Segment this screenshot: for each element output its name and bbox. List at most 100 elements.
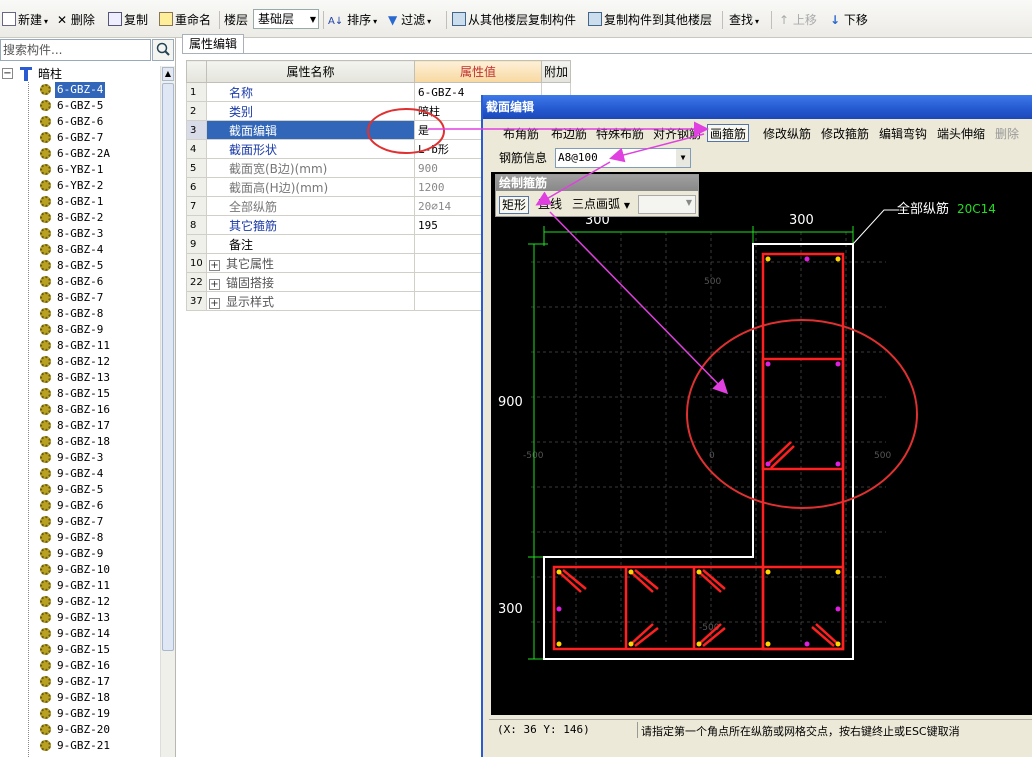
tree-item[interactable]: 9-GBZ-13 bbox=[40, 610, 160, 626]
corner-rebar-button[interactable]: 布角筋 bbox=[503, 125, 539, 143]
filter-button[interactable]: ▼ 过滤 ▾ bbox=[388, 11, 431, 29]
arrow-up-icon: ↑ bbox=[779, 13, 790, 27]
tree-item[interactable]: 6-GBZ-5 bbox=[40, 98, 160, 114]
tree-item[interactable]: 8-GBZ-13 bbox=[40, 370, 160, 386]
tree-item[interactable]: 9-GBZ-20 bbox=[40, 722, 160, 738]
find-button[interactable]: 查找 ▾ bbox=[729, 11, 759, 29]
component-gear-icon bbox=[40, 580, 51, 591]
tree-item[interactable]: 8-GBZ-4 bbox=[40, 242, 160, 258]
grid-label: 0 bbox=[709, 451, 715, 461]
modify-stirrup-button[interactable]: 修改箍筋 bbox=[821, 125, 869, 143]
tree-item[interactable]: 8-GBZ-1 bbox=[40, 194, 160, 210]
dialog-toolbar: 布角筋 布边筋 特殊布筋 对齐钢筋 画箍筋 修改纵筋 修改箍筋 编辑弯钩 端头伸… bbox=[489, 123, 1032, 145]
tree-item[interactable]: 8-GBZ-2 bbox=[40, 210, 160, 226]
tree-item[interactable]: 6-GBZ-7 bbox=[40, 130, 160, 146]
delete-button[interactable]: ✕ 删除 bbox=[57, 11, 95, 29]
floor-select[interactable]: 基础层 ▼ bbox=[253, 9, 319, 29]
section-drawing: 500 -500 0 500 -500 300 300 900 300 全部纵筋… bbox=[498, 201, 996, 660]
rectangle-button[interactable]: 矩形 bbox=[499, 196, 530, 214]
tree-item[interactable]: 9-GBZ-18 bbox=[40, 690, 160, 706]
copy-button[interactable]: 复制 bbox=[108, 11, 148, 29]
component-gear-icon bbox=[40, 708, 51, 719]
tab-property-edit[interactable]: 属性编辑 bbox=[182, 34, 244, 54]
expand-icon[interactable]: + bbox=[209, 297, 220, 309]
tree-item[interactable]: 6-GBZ-2A bbox=[40, 146, 160, 162]
copy-to-floor-button[interactable]: 复制构件到其他楼层 bbox=[588, 11, 712, 29]
tree-item[interactable]: 9-GBZ-3 bbox=[40, 450, 160, 466]
end-stretch-button[interactable]: 端头伸缩 bbox=[937, 125, 985, 143]
leader-line bbox=[852, 209, 899, 245]
arc-option-select[interactable]: ▼ bbox=[638, 195, 696, 214]
tree-item[interactable]: 9-GBZ-14 bbox=[40, 626, 160, 642]
tree-item[interactable]: 6-GBZ-4 bbox=[40, 82, 160, 98]
new-file-icon bbox=[2, 12, 16, 26]
draw-panel-title: 绘制箍筋 bbox=[496, 175, 698, 191]
tree-item[interactable]: 8-GBZ-16 bbox=[40, 402, 160, 418]
tree-scrollbar[interactable]: ▲ bbox=[160, 66, 175, 757]
tree-item[interactable]: 9-GBZ-12 bbox=[40, 594, 160, 610]
sort-button[interactable]: A↓ 排序 ▾ bbox=[328, 11, 377, 29]
tree-item[interactable]: 8-GBZ-12 bbox=[40, 354, 160, 370]
tree-item[interactable]: 8-GBZ-7 bbox=[40, 290, 160, 306]
draw-stirrup-button[interactable]: 画箍筋 bbox=[707, 124, 750, 142]
special-rebar-button[interactable]: 特殊布筋 bbox=[596, 125, 644, 143]
three-point-arc-button[interactable]: 三点画弧 ▼ bbox=[572, 196, 630, 214]
rename-button[interactable]: 重命名 bbox=[159, 11, 211, 29]
copy-from-floor-button[interactable]: 从其他楼层复制构件 bbox=[452, 11, 576, 29]
all-rebar-value: 20C14 bbox=[957, 202, 996, 216]
edit-hook-button[interactable]: 编辑弯钩 bbox=[879, 125, 927, 143]
tree-item[interactable]: 6-YBZ-2 bbox=[40, 178, 160, 194]
tree-item[interactable]: 8-GBZ-8 bbox=[40, 306, 160, 322]
tree-item[interactable]: 9-GBZ-8 bbox=[40, 530, 160, 546]
rebar-info-select[interactable]: A8@100 ▼ bbox=[555, 148, 691, 168]
align-rebar-button[interactable]: 对齐钢筋 bbox=[653, 125, 701, 143]
tree-item[interactable]: 8-GBZ-3 bbox=[40, 226, 160, 242]
tree-item[interactable]: 8-GBZ-11 bbox=[40, 338, 160, 354]
expand-icon[interactable]: + bbox=[209, 278, 220, 290]
scroll-up-button[interactable]: ▲ bbox=[162, 67, 174, 81]
search-button[interactable] bbox=[152, 39, 174, 61]
property-name: 类别 bbox=[206, 101, 415, 121]
tree-item[interactable]: 9-GBZ-15 bbox=[40, 642, 160, 658]
collapse-icon[interactable]: − bbox=[2, 68, 13, 79]
delete-rebar-button[interactable]: 删除 bbox=[995, 125, 1019, 143]
tree-item[interactable]: 9-GBZ-10 bbox=[40, 562, 160, 578]
tree-item[interactable]: 9-GBZ-19 bbox=[40, 706, 160, 722]
tree-item[interactable]: 9-GBZ-7 bbox=[40, 514, 160, 530]
tree-item[interactable]: 6-GBZ-6 bbox=[40, 114, 160, 130]
tree-item[interactable]: 9-GBZ-16 bbox=[40, 658, 160, 674]
section-edit-dialog: 截面编辑 布角筋 布边筋 特殊布筋 对齐钢筋 画箍筋 修改纵筋 修改箍筋 编辑弯… bbox=[481, 95, 1032, 757]
tree-item[interactable]: 9-GBZ-11 bbox=[40, 578, 160, 594]
component-gear-icon bbox=[40, 564, 51, 575]
edge-rebar-button[interactable]: 布边筋 bbox=[551, 125, 587, 143]
section-canvas[interactable]: 500 -500 0 500 -500 300 300 900 300 全部纵筋… bbox=[491, 172, 1032, 715]
tree-item[interactable]: 9-GBZ-9 bbox=[40, 546, 160, 562]
tree-item[interactable]: 9-GBZ-21 bbox=[40, 738, 160, 754]
tree-item[interactable]: 9-GBZ-4 bbox=[40, 466, 160, 482]
tree-item[interactable]: 6-YBZ-1 bbox=[40, 162, 160, 178]
stirrups bbox=[552, 252, 845, 651]
new-button[interactable]: 新建 ▾ bbox=[2, 11, 48, 29]
modify-long-rebar-button[interactable]: 修改纵筋 bbox=[763, 125, 811, 143]
move-down-button[interactable]: ↓ 下移 bbox=[830, 11, 868, 29]
tree-item[interactable]: 9-GBZ-17 bbox=[40, 674, 160, 690]
expand-icon[interactable]: + bbox=[209, 259, 220, 271]
tree-item-label: 9-GBZ-12 bbox=[57, 595, 110, 608]
chevron-down-icon: ▼ bbox=[685, 198, 692, 207]
line-button[interactable]: 直线 bbox=[538, 196, 562, 214]
tree-item[interactable]: 9-GBZ-6 bbox=[40, 498, 160, 514]
component-gear-icon bbox=[40, 724, 51, 735]
tree-item[interactable]: 8-GBZ-9 bbox=[40, 322, 160, 338]
tree-item[interactable]: 8-GBZ-5 bbox=[40, 258, 160, 274]
tree-root-hidden-column[interactable]: − 暗柱 bbox=[0, 66, 160, 82]
move-up-button[interactable]: ↑ 上移 bbox=[779, 11, 817, 29]
tree-item[interactable]: 8-GBZ-18 bbox=[40, 434, 160, 450]
tree-item[interactable]: 8-GBZ-17 bbox=[40, 418, 160, 434]
tree-item[interactable]: 8-GBZ-15 bbox=[40, 386, 160, 402]
component-gear-icon bbox=[40, 244, 51, 255]
tree-item[interactable]: 8-GBZ-6 bbox=[40, 274, 160, 290]
search-input[interactable]: 搜索构件... bbox=[0, 39, 151, 61]
tree-item[interactable]: 9-GBZ-5 bbox=[40, 482, 160, 498]
scroll-thumb[interactable] bbox=[162, 83, 174, 651]
row-number: 1 bbox=[186, 82, 207, 102]
